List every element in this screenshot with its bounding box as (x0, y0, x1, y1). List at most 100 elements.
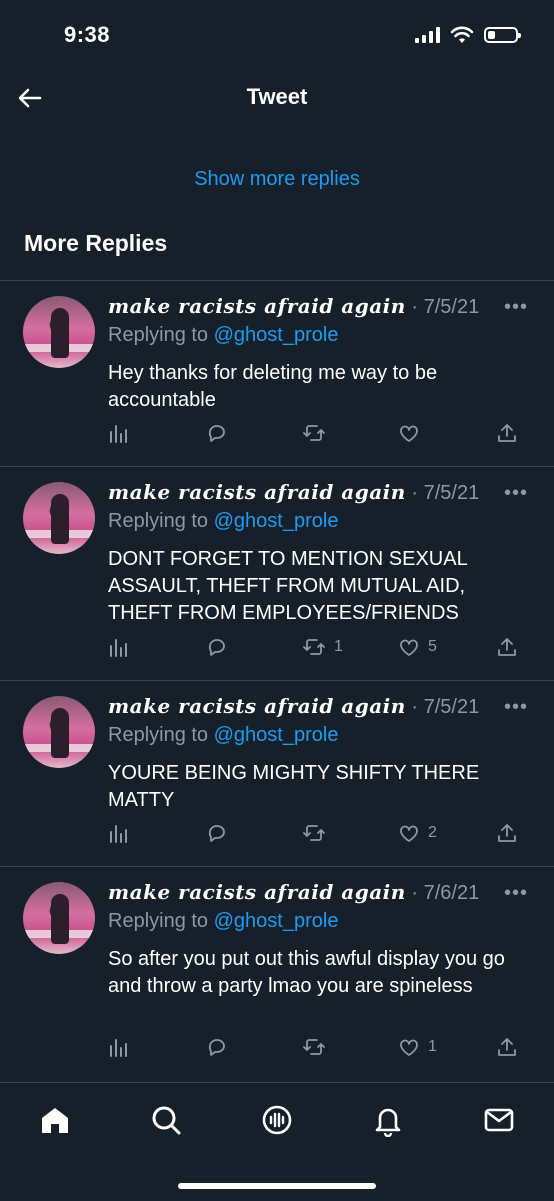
share-button[interactable] (496, 422, 518, 444)
heart-icon (400, 825, 418, 842)
tweet-header: make racists afraid again · 7/6/21 (108, 880, 479, 905)
share-button[interactable] (496, 636, 518, 658)
like-button[interactable]: 5 (398, 636, 437, 658)
more-options-icon[interactable]: ••• (504, 882, 528, 905)
tweet-item[interactable]: make racists afraid again · 7/5/21 ••• R… (0, 282, 554, 466)
analytics-icon (110, 1039, 127, 1057)
separator: · (405, 296, 424, 318)
replying-handle-link[interactable]: @ghost_prole (214, 724, 339, 746)
tweet-header: make racists afraid again · 7/5/21 (108, 294, 479, 319)
retweet-button[interactable]: 1 (302, 636, 343, 658)
header: Tweet (0, 70, 554, 128)
reply-button[interactable] (206, 422, 228, 444)
replying-to: Replying to @ghost_prole (108, 724, 338, 747)
retweet-icon (303, 425, 325, 441)
analytics-button[interactable] (108, 422, 130, 444)
replying-handle-link[interactable]: @ghost_prole (214, 910, 339, 932)
tweet-item[interactable]: make racists afraid again · 7/5/21 ••• R… (0, 682, 554, 866)
retweet-icon (303, 639, 325, 655)
replying-prefix: Replying to (108, 324, 214, 346)
retweet-count: 1 (334, 638, 343, 655)
like-button[interactable]: 1 (398, 1036, 437, 1058)
analytics-button[interactable] (108, 822, 130, 844)
display-name[interactable]: make racists afraid again (108, 880, 406, 904)
replying-prefix: Replying to (108, 724, 214, 746)
replying-to: Replying to @ghost_prole (108, 510, 338, 533)
share-button[interactable] (496, 822, 518, 844)
share-button[interactable] (496, 1036, 518, 1058)
search-icon[interactable] (149, 1103, 183, 1137)
retweet-button[interactable] (302, 1036, 334, 1058)
reply-icon (208, 639, 225, 656)
tweet-date: 7/5/21 (423, 296, 480, 318)
separator: · (405, 882, 424, 904)
section-title: More Replies (24, 230, 168, 256)
avatar[interactable] (23, 482, 95, 554)
replying-handle-link[interactable]: @ghost_prole (214, 510, 339, 532)
retweet-icon (303, 1039, 325, 1055)
like-button[interactable] (398, 422, 428, 444)
more-options-icon[interactable]: ••• (504, 696, 528, 719)
avatar[interactable] (23, 696, 95, 768)
retweet-icon (303, 825, 325, 841)
spaces-icon[interactable] (260, 1103, 294, 1137)
tweet-date: 7/5/21 (423, 482, 480, 504)
tweet-date: 7/5/21 (423, 696, 480, 718)
avatar[interactable] (23, 882, 95, 954)
messages-icon[interactable] (482, 1103, 516, 1137)
notifications-icon[interactable] (371, 1103, 405, 1137)
show-more-replies-link[interactable]: Show more replies (0, 168, 554, 191)
tweet-header: make racists afraid again · 7/5/21 (108, 694, 479, 719)
home-icon[interactable] (38, 1103, 72, 1137)
avatar[interactable] (23, 296, 95, 368)
heart-icon (400, 425, 418, 442)
display-name[interactable]: make racists afraid again (108, 694, 406, 718)
share-icon (498, 638, 516, 656)
analytics-icon (110, 639, 127, 657)
tweet-date: 7/6/21 (423, 882, 480, 904)
more-options-icon[interactable]: ••• (504, 482, 528, 505)
share-icon (498, 1038, 516, 1056)
heart-icon (400, 639, 418, 656)
reply-button[interactable] (206, 1036, 228, 1058)
tweet-actions: 2 (108, 822, 528, 850)
display-name[interactable]: make racists afraid again (108, 294, 406, 318)
replying-to: Replying to @ghost_prole (108, 324, 338, 347)
analytics-icon (110, 425, 127, 443)
share-icon (498, 424, 516, 442)
replying-prefix: Replying to (108, 510, 214, 532)
divider (0, 680, 554, 681)
like-button[interactable]: 2 (398, 822, 437, 844)
home-indicator (178, 1183, 376, 1189)
reply-icon (208, 825, 225, 842)
separator: · (405, 696, 424, 718)
more-options-icon[interactable]: ••• (504, 296, 528, 319)
analytics-button[interactable] (108, 1036, 130, 1058)
display-name[interactable]: make racists afraid again (108, 480, 406, 504)
analytics-button[interactable] (108, 636, 130, 658)
tweet-text: So after you put out this awful display … (108, 948, 505, 997)
tweet-item[interactable]: make racists afraid again · 7/6/21 ••• R… (0, 868, 554, 1080)
page-title: Tweet (246, 84, 308, 109)
divider (0, 466, 554, 467)
retweet-button[interactable] (302, 822, 334, 844)
replying-handle-link[interactable]: @ghost_prole (214, 324, 339, 346)
tweet-actions: 1 (108, 1036, 528, 1064)
battery-icon (484, 27, 521, 43)
replying-to: Replying to @ghost_prole (108, 910, 338, 933)
retweet-button[interactable] (302, 422, 334, 444)
tweet-text: Hey thanks for deleting me way to be acc… (108, 362, 438, 411)
tweet-actions (108, 422, 528, 450)
analytics-icon (110, 825, 127, 843)
status-bar: 9:38 (0, 0, 554, 70)
like-count: 5 (428, 638, 437, 655)
reply-button[interactable] (206, 822, 228, 844)
reply-icon (208, 1039, 225, 1056)
tweet-text: YOURE BEING MIGHTY SHIFTY THERE MATTY (108, 762, 480, 811)
like-count: 2 (428, 824, 437, 841)
replying-prefix: Replying to (108, 910, 214, 932)
reply-button[interactable] (206, 636, 228, 658)
status-time: 9:38 (64, 22, 111, 47)
heart-icon (400, 1039, 418, 1056)
tweet-item[interactable]: make racists afraid again · 7/5/21 ••• R… (0, 468, 554, 680)
